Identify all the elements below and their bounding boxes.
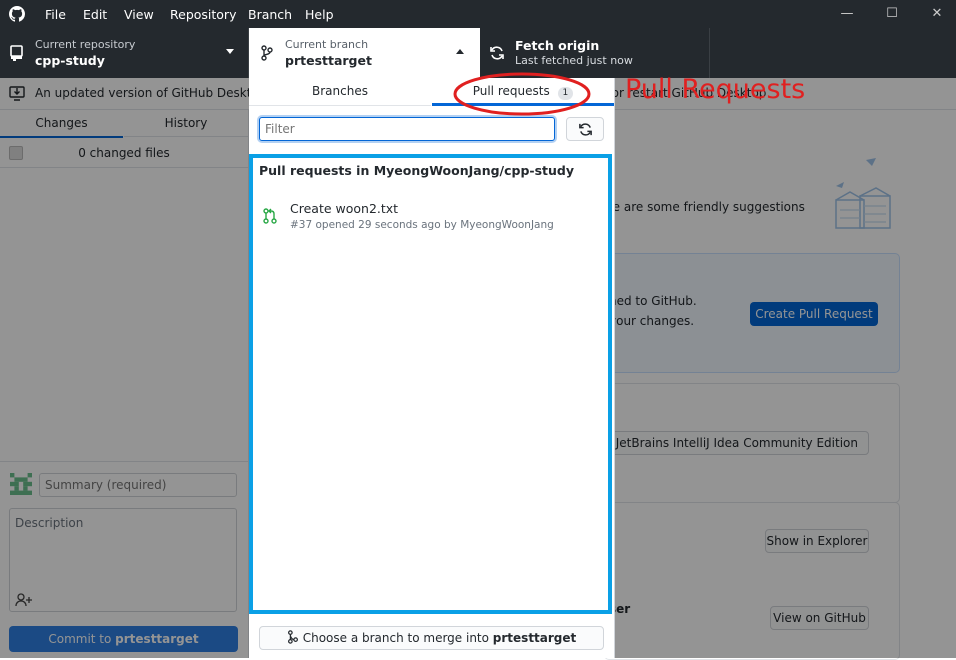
maximize-button[interactable]: ☐: [869, 0, 915, 28]
pr-list-header: Pull requests in MyeongWoonJang/cpp-stud…: [259, 163, 575, 178]
merge-into-button[interactable]: Choose a branch to merge into prtesttarg…: [259, 626, 604, 650]
fetch-subtitle: Last fetched just now: [515, 54, 633, 67]
menu-help[interactable]: Help: [305, 7, 334, 22]
sync-icon: [490, 46, 504, 60]
menu-edit[interactable]: Edit: [83, 7, 107, 22]
title-bar: File Edit View Repository Branch Help — …: [0, 0, 956, 28]
pr-meta: #37 opened 29 seconds ago by MyeongWoonJ…: [290, 219, 554, 231]
repo-label: Current repository: [35, 38, 136, 51]
merge-label: Choose a branch to merge into: [302, 631, 493, 645]
modal-backdrop-left[interactable]: [0, 78, 249, 658]
refresh-icon: [579, 123, 592, 136]
git-pull-request-icon: [263, 208, 277, 224]
chevron-down-icon: [226, 49, 234, 54]
repo-name: cpp-study: [35, 53, 105, 68]
fetch-title: Fetch origin: [515, 38, 600, 53]
menu-file[interactable]: File: [45, 7, 66, 22]
current-repository-button[interactable]: Current repository cpp-study: [0, 28, 249, 78]
repo-icon: [10, 45, 23, 61]
branch-icon: [261, 45, 273, 61]
merge-branch: prtesttarget: [492, 631, 577, 645]
github-logo-icon: [9, 6, 25, 22]
refresh-button[interactable]: [566, 117, 604, 141]
menu-branch[interactable]: Branch: [248, 7, 292, 22]
minimize-button[interactable]: —: [824, 0, 870, 28]
pr-title: Create woon2.txt: [290, 201, 399, 216]
pr-list-item[interactable]: Create woon2.txt #37 opened 29 seconds a…: [253, 196, 608, 236]
tab-branches[interactable]: Branches: [249, 78, 431, 106]
menu-repository[interactable]: Repository: [170, 7, 236, 22]
annotation-label: Pull Requests: [625, 74, 806, 105]
branch-name: prtesttarget: [285, 53, 372, 68]
modal-backdrop-right[interactable]: [614, 78, 956, 658]
chevron-up-icon: [456, 49, 464, 54]
filter-input[interactable]: [259, 117, 555, 141]
menu-view[interactable]: View: [124, 7, 154, 22]
current-branch-button[interactable]: Current branch prtesttarget: [249, 28, 480, 78]
branch-dropdown: Branches Pull requests 1 Pull requests i…: [249, 78, 615, 658]
branch-label: Current branch: [285, 38, 369, 51]
annotation-ellipse: [453, 72, 591, 116]
close-button[interactable]: ✕: [914, 0, 956, 28]
merge-icon: [287, 630, 298, 644]
